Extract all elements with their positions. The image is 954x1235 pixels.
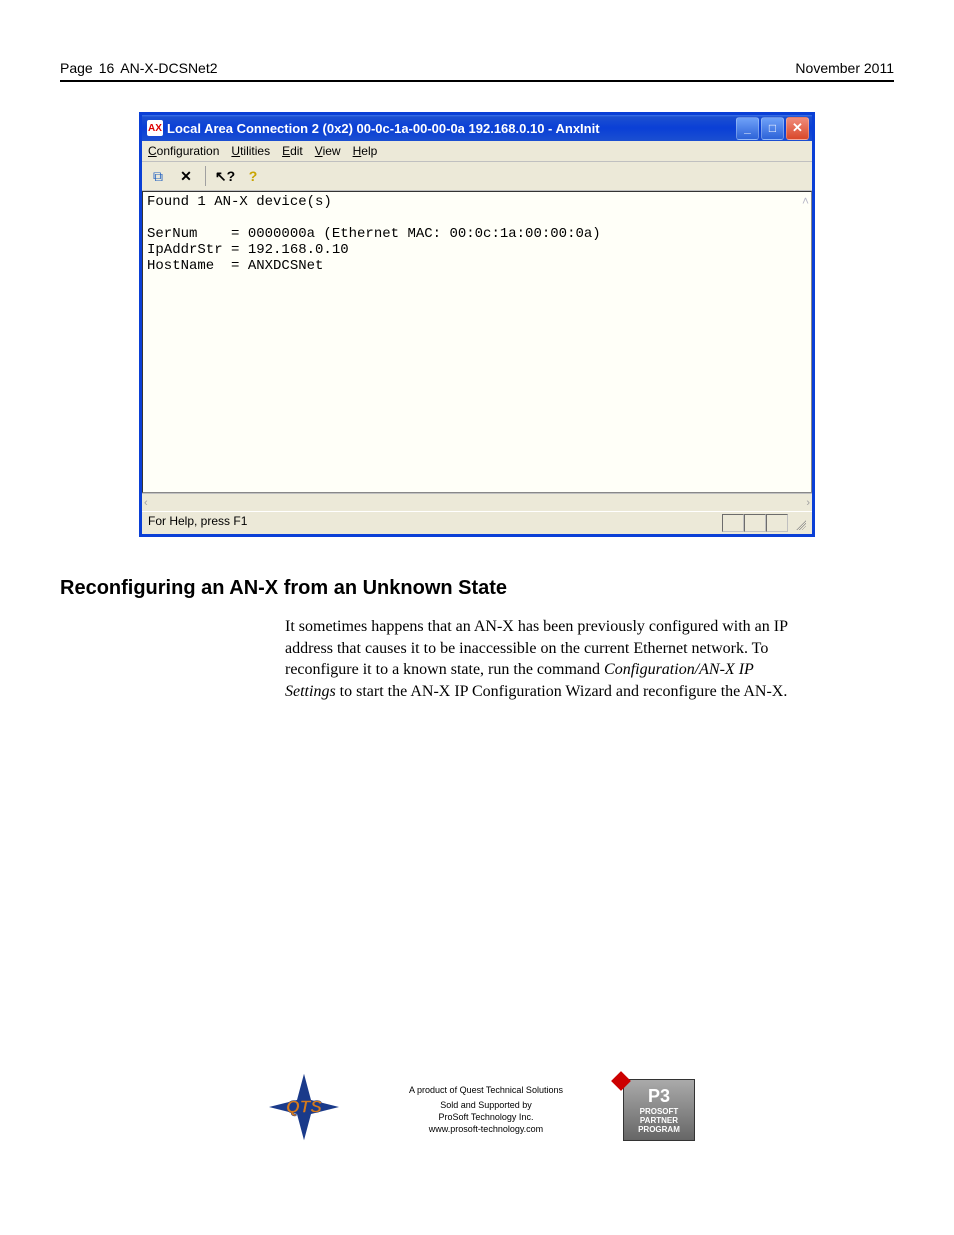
menubar: Configuration Utilities Edit View Help bbox=[142, 141, 812, 162]
status-pane bbox=[766, 514, 788, 532]
help-icon[interactable]: ? bbox=[242, 165, 264, 187]
section-heading: Reconfiguring an AN-X from an Unknown St… bbox=[60, 577, 894, 600]
status-pane bbox=[744, 514, 766, 532]
scroll-up-icon[interactable]: ˄ bbox=[802, 194, 809, 208]
footer-line: Sold and Supported by bbox=[409, 1100, 563, 1112]
menu-edit[interactable]: Edit bbox=[282, 144, 303, 158]
footer-text: A product of Quest Technical Solutions S… bbox=[409, 1085, 563, 1136]
titlebar[interactable]: AX Local Area Connection 2 (0x2) 00-0c-1… bbox=[142, 115, 812, 141]
toolbar: ⧉ ✕ ↖? ? bbox=[142, 162, 812, 191]
app-icon: AX bbox=[147, 120, 163, 136]
minimize-button[interactable]: _ bbox=[736, 117, 759, 140]
horizontal-scrollbar[interactable]: ‹ › bbox=[142, 493, 812, 511]
page-number: 16 bbox=[99, 60, 115, 76]
menu-configuration[interactable]: Configuration bbox=[148, 144, 219, 158]
diamond-icon bbox=[611, 1071, 631, 1091]
app-window: AX Local Area Connection 2 (0x2) 00-0c-1… bbox=[139, 112, 815, 537]
doc-title: AN-X-DCSNet2 bbox=[120, 60, 217, 76]
context-help-icon[interactable]: ↖? bbox=[214, 165, 236, 187]
menu-help[interactable]: Help bbox=[353, 144, 378, 158]
footer-line: www.prosoft-technology.com bbox=[409, 1124, 563, 1136]
para-text: to start the AN-X IP Configuration Wizar… bbox=[336, 683, 788, 700]
menu-view[interactable]: View bbox=[315, 144, 341, 158]
close-button[interactable]: ✕ bbox=[786, 117, 809, 140]
body-paragraph: It sometimes happens that an AN-X has be… bbox=[285, 616, 795, 702]
output-text: Found 1 AN-X device(s) SerNum = 0000000a… bbox=[143, 192, 811, 276]
prosoft-partner-logo: P3 PROSOFT PARTNER PROGRAM bbox=[623, 1079, 695, 1141]
page-date: November 2011 bbox=[795, 60, 894, 76]
statusbar: For Help, press F1 bbox=[142, 511, 812, 534]
resize-grip-icon[interactable] bbox=[790, 514, 806, 530]
page-label: Page bbox=[60, 60, 93, 76]
menu-utilities[interactable]: Utilities bbox=[231, 144, 270, 158]
output-pane[interactable]: Found 1 AN-X device(s) SerNum = 0000000a… bbox=[142, 191, 812, 493]
footer-line: ProSoft Technology Inc. bbox=[409, 1112, 563, 1124]
window-title: Local Area Connection 2 (0x2) 00-0c-1a-0… bbox=[167, 121, 732, 136]
scroll-left-icon[interactable]: ‹ bbox=[144, 497, 148, 509]
copy-icon[interactable]: ⧉ bbox=[147, 165, 169, 187]
toolbar-separator bbox=[205, 166, 206, 186]
footer-line: A product of Quest Technical Solutions bbox=[409, 1085, 563, 1097]
scroll-right-icon[interactable]: › bbox=[806, 497, 810, 509]
page-header: Page 16 AN-X-DCSNet2 November 2011 bbox=[60, 60, 894, 82]
page-footer: QTS A product of Quest Technical Solutio… bbox=[60, 1072, 894, 1147]
delete-icon[interactable]: ✕ bbox=[175, 165, 197, 187]
qts-logo: QTS bbox=[259, 1072, 349, 1147]
maximize-button[interactable]: □ bbox=[761, 117, 784, 140]
status-pane bbox=[722, 514, 744, 532]
statusbar-text: For Help, press F1 bbox=[148, 514, 722, 532]
svg-text:QTS: QTS bbox=[286, 1097, 322, 1117]
